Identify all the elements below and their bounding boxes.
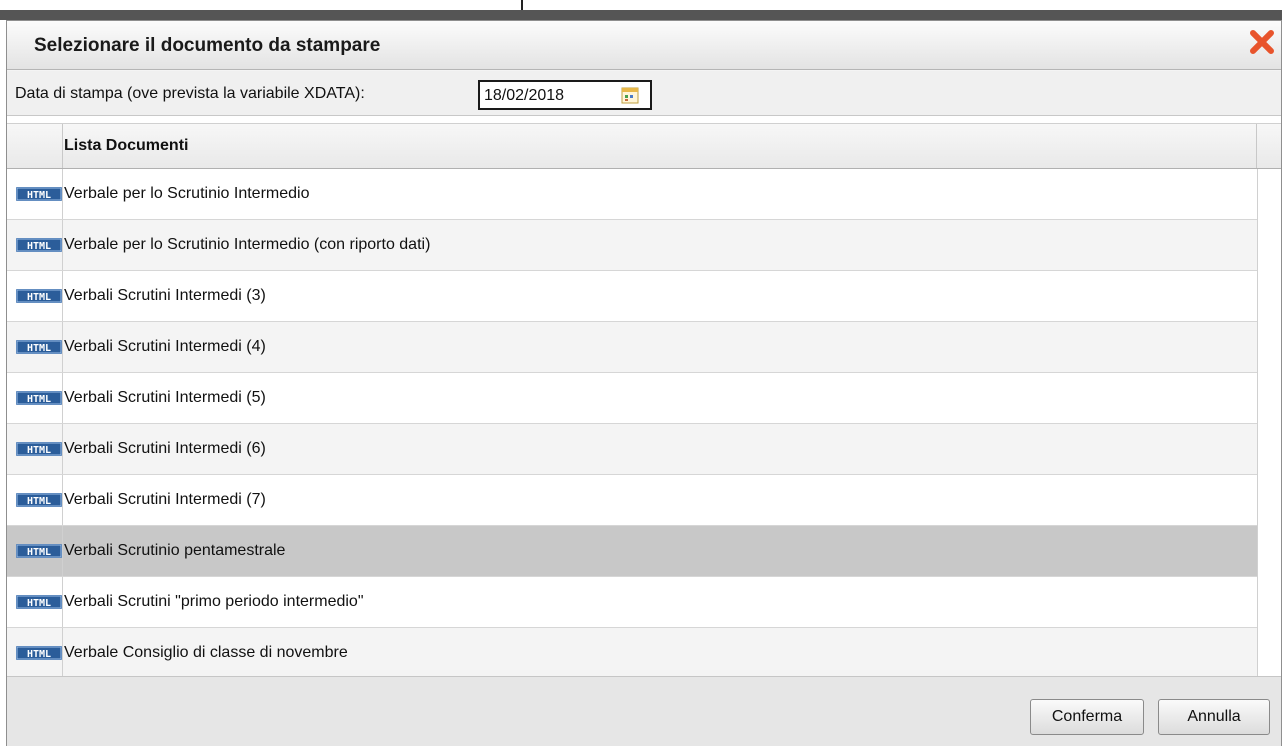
document-row[interactable]: HTML Verbali Scrutini Intermedi (4)	[7, 322, 1257, 373]
row-icon-cell: HTML	[7, 424, 63, 474]
background-window-stub	[521, 0, 523, 10]
html-file-icon: HTML	[16, 340, 62, 354]
document-row-label: Verbali Scrutini Intermedi (3)	[64, 287, 266, 304]
document-row[interactable]: HTML Verbali Scrutinio pentamestrale	[7, 526, 1257, 577]
row-icon-cell: HTML	[7, 322, 63, 372]
print-date-row: Data di stampa (ove prevista la variabil…	[7, 71, 1281, 116]
grid-header-icon-column	[7, 124, 63, 168]
document-row-label: Verbale per lo Scrutinio Intermedio	[64, 185, 310, 202]
row-icon-cell: HTML	[7, 577, 63, 627]
print-document-dialog: Selezionare il documento da stampare Dat…	[6, 20, 1282, 746]
svg-text:HTML: HTML	[27, 649, 51, 660]
print-date-label: Data di stampa (ove prevista la variabil…	[15, 85, 365, 102]
document-row-label: Verbali Scrutini Intermedi (6)	[64, 440, 266, 457]
document-row[interactable]: HTML Verbali Scrutini Intermedi (7)	[7, 475, 1257, 526]
document-row-label: Verbale Consiglio di classe di novembre	[64, 644, 348, 661]
html-file-icon: HTML	[16, 442, 62, 456]
document-row[interactable]: HTML Verbale per lo Scrutinio Intermedio …	[7, 220, 1257, 271]
document-list-grid: Lista Documenti HTML Verbale per lo Scrut…	[7, 116, 1281, 679]
svg-text:HTML: HTML	[27, 241, 51, 252]
print-date-field[interactable]	[478, 80, 652, 110]
svg-text:HTML: HTML	[27, 190, 51, 201]
html-file-icon: HTML	[16, 595, 62, 609]
close-icon[interactable]	[1247, 27, 1277, 57]
document-row-label: Verbale per lo Scrutinio Intermedio (con…	[64, 236, 431, 253]
document-row[interactable]: HTML Verbale per lo Scrutinio Intermedio	[7, 169, 1257, 220]
row-icon-cell: HTML	[7, 373, 63, 423]
document-row[interactable]: HTML Verbali Scrutini Intermedi (3)	[7, 271, 1257, 322]
print-date-input[interactable]	[484, 85, 612, 107]
html-file-icon: HTML	[16, 289, 62, 303]
background-window-strip	[0, 0, 1282, 20]
row-icon-cell: HTML	[7, 628, 63, 678]
cancel-button[interactable]: Annulla	[1158, 699, 1270, 735]
dialog-title: Selezionare il documento da stampare	[34, 35, 381, 56]
column-header-label: Lista Documenti	[64, 137, 189, 154]
row-icon-cell: HTML	[7, 271, 63, 321]
svg-text:HTML: HTML	[27, 394, 51, 405]
row-icon-cell: HTML	[7, 526, 63, 576]
document-row[interactable]: HTML Verbali Scrutini Intermedi (5)	[7, 373, 1257, 424]
svg-text:HTML: HTML	[27, 496, 51, 507]
html-file-icon: HTML	[16, 544, 62, 558]
html-file-icon: HTML	[16, 493, 62, 507]
row-icon-cell: HTML	[7, 220, 63, 270]
svg-text:HTML: HTML	[27, 598, 51, 609]
document-row-label: Verbali Scrutini "primo periodo intermed…	[64, 593, 364, 610]
html-file-icon: HTML	[16, 391, 62, 405]
dialog-footer: Conferma Annulla	[7, 676, 1281, 746]
document-row-label: Verbali Scrutinio pentamestrale	[64, 542, 286, 559]
document-row-label: Verbali Scrutini Intermedi (4)	[64, 338, 266, 355]
document-rows: HTML Verbale per lo Scrutinio Intermedio H…	[7, 169, 1257, 679]
document-row[interactable]: HTML Verbali Scrutini "primo periodo inte…	[7, 577, 1257, 628]
document-row[interactable]: HTML Verbale Consiglio di classe di novem…	[7, 628, 1257, 679]
html-file-icon: HTML	[16, 187, 62, 201]
grid-scrollbar[interactable]	[1257, 169, 1281, 676]
background-window-bar	[0, 10, 1282, 20]
document-row-label: Verbali Scrutini Intermedi (7)	[64, 491, 266, 508]
html-file-icon: HTML	[16, 646, 62, 660]
confirm-button[interactable]: Conferma	[1030, 699, 1144, 735]
document-row-label: Verbali Scrutini Intermedi (5)	[64, 389, 266, 406]
svg-text:HTML: HTML	[27, 445, 51, 456]
html-file-icon: HTML	[16, 238, 62, 252]
row-icon-cell: HTML	[7, 475, 63, 525]
grid-header-title-column[interactable]: Lista Documenti	[64, 124, 1257, 168]
document-row[interactable]: HTML Verbali Scrutini Intermedi (6)	[7, 424, 1257, 475]
calendar-icon[interactable]	[621, 86, 639, 104]
svg-text:HTML: HTML	[27, 547, 51, 558]
svg-text:HTML: HTML	[27, 292, 51, 303]
dialog-titlebar: Selezionare il documento da stampare	[7, 21, 1281, 70]
row-icon-cell: HTML	[7, 169, 63, 219]
svg-text:HTML: HTML	[27, 343, 51, 354]
grid-header: Lista Documenti	[7, 123, 1281, 169]
